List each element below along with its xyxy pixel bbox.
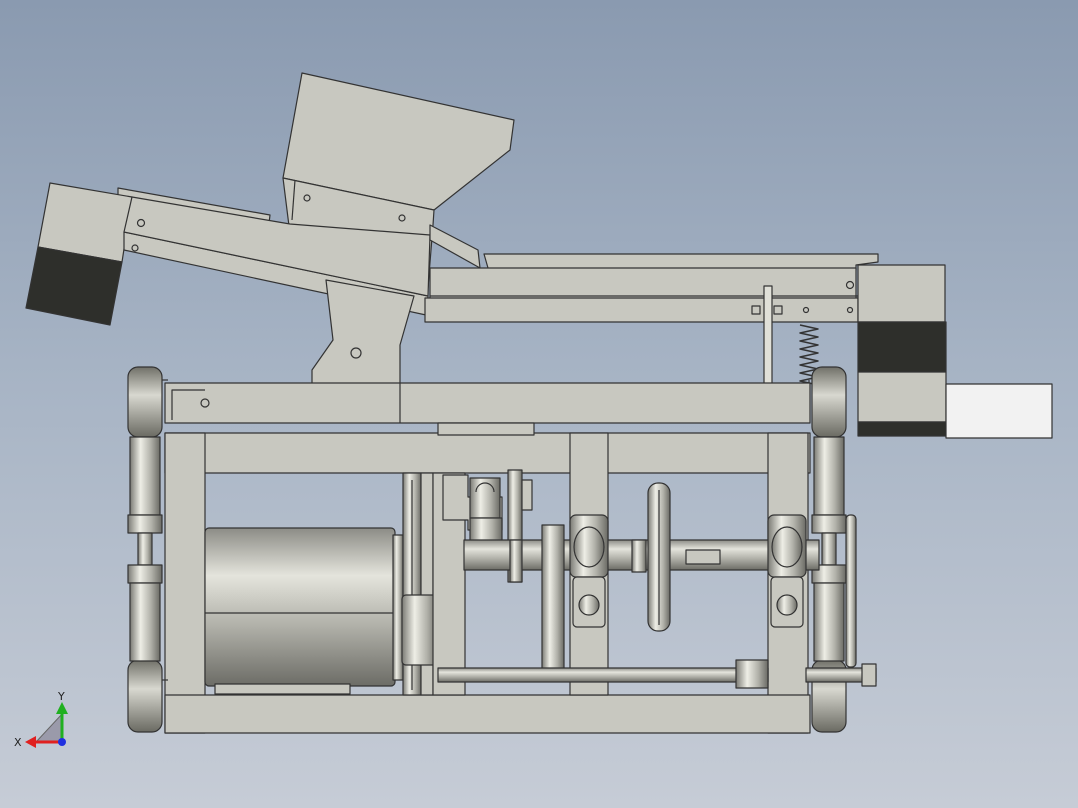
bearing-right (767, 514, 807, 628)
left-legs (127, 436, 163, 662)
bearing-left (569, 514, 609, 628)
coordinate-triad: Y X (14, 690, 68, 749)
x-axis-label: X (14, 736, 22, 749)
discharge-housing (845, 264, 1053, 439)
machine-drawing: Y X (14, 72, 1053, 749)
feed-trough (424, 224, 879, 323)
cad-viewport[interactable]: Y X (0, 0, 1078, 808)
top-beam (164, 382, 811, 424)
bottom-rod (437, 659, 877, 689)
hinge-bracket (311, 279, 415, 386)
y-axis-label: Y (57, 690, 65, 703)
electric-motor (204, 527, 404, 695)
pulley (631, 482, 671, 632)
